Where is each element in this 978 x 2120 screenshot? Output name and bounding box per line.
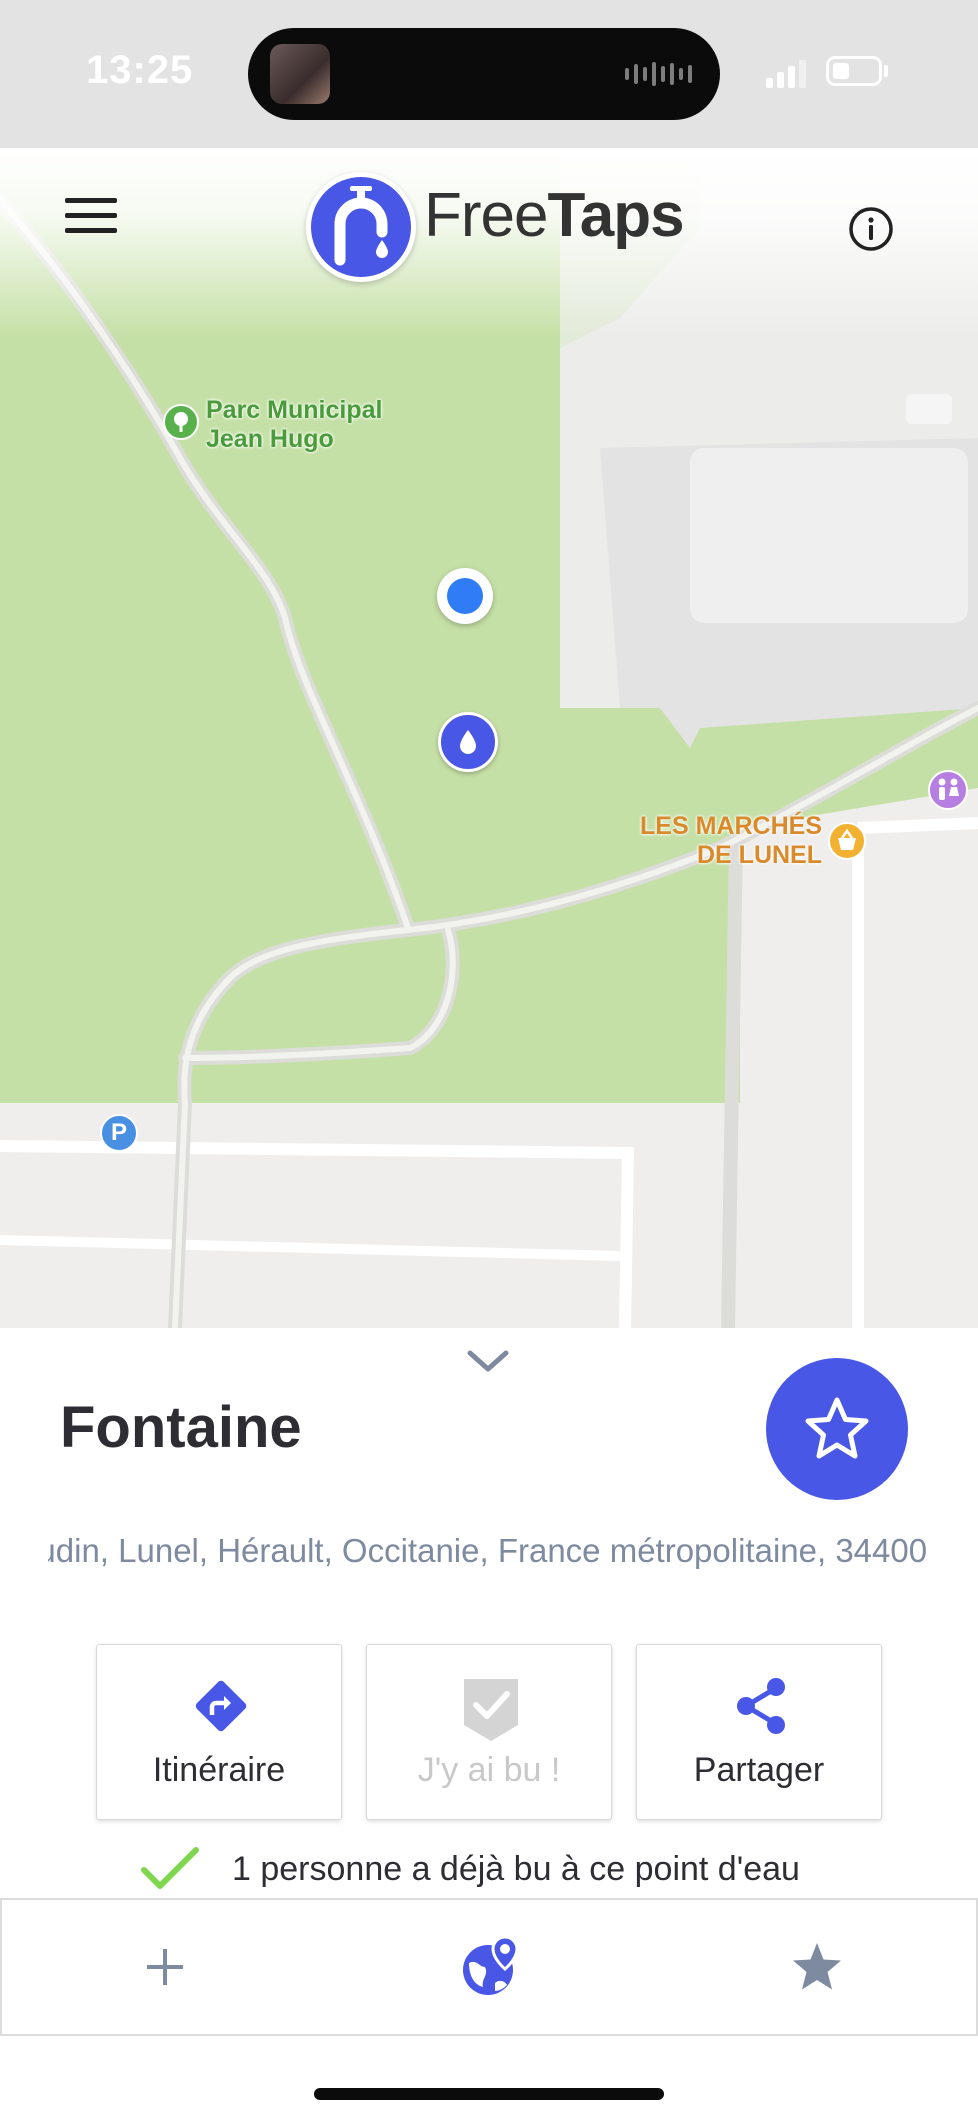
dynamic-island [248, 28, 720, 120]
route-label: Itinéraire [152, 1751, 286, 1789]
user-location-marker [437, 568, 493, 624]
globe-pin-icon [463, 1935, 519, 1995]
park-label[interactable]: Parc Municipal Jean Hugo [206, 396, 382, 454]
place-title: Fontaine [60, 1395, 302, 1460]
route-button[interactable]: Itinéraire [96, 1644, 342, 1820]
tab-add-tap[interactable] [2, 1900, 328, 2034]
directions-icon [195, 1680, 247, 1732]
tab-favorites[interactable] [654, 1900, 978, 2034]
status-bar: 13:25 [0, 0, 978, 148]
share-icon [737, 1678, 785, 1734]
star-icon [793, 1943, 841, 1990]
battery-icon [826, 56, 882, 86]
status-time: 13:25 [86, 48, 194, 92]
info-icon[interactable] [848, 206, 894, 252]
star-outline-icon [805, 1397, 869, 1459]
freetaps-logo [306, 172, 416, 282]
chevron-down-icon[interactable] [466, 1348, 510, 1374]
share-button[interactable]: Partager [636, 1644, 882, 1820]
signal-icon [766, 60, 806, 88]
favorite-button[interactable] [766, 1358, 908, 1500]
drank-info-text: 1 personne a déjà bu à ce point d'eau [232, 1850, 800, 1888]
shopping-basket-icon[interactable] [828, 822, 866, 860]
share-label: Partager [693, 1751, 825, 1789]
drank-label: J'y ai bu ! [417, 1751, 561, 1789]
parking-icon[interactable]: P [100, 1114, 138, 1152]
app-title: FreeTaps [424, 181, 685, 250]
check-icon [140, 1846, 200, 1897]
water-tap-marker[interactable] [438, 712, 498, 772]
drank-button[interactable]: J'y ai bu ! [366, 1644, 612, 1820]
plus-icon [147, 1949, 183, 1985]
market-label[interactable]: LES MARCHÉS DE LUNEL [600, 812, 822, 870]
park-icon[interactable] [163, 404, 199, 440]
home-indicator[interactable] [314, 2088, 664, 2100]
place-address: Allées Baudin, Lunel, Hérault, Occitanie… [48, 1532, 928, 1569]
place-address-marquee: Allées Baudin, Lunel, Hérault, Occitanie… [48, 1532, 928, 1578]
menu-icon[interactable] [62, 196, 120, 236]
check-badge-icon [464, 1679, 518, 1741]
tab-map[interactable] [328, 1900, 654, 2034]
now-playing-artwork [270, 44, 330, 104]
bottom-tab-bar [0, 1898, 978, 2036]
audio-wave-icon [625, 62, 692, 86]
restroom-icon[interactable] [928, 770, 968, 810]
